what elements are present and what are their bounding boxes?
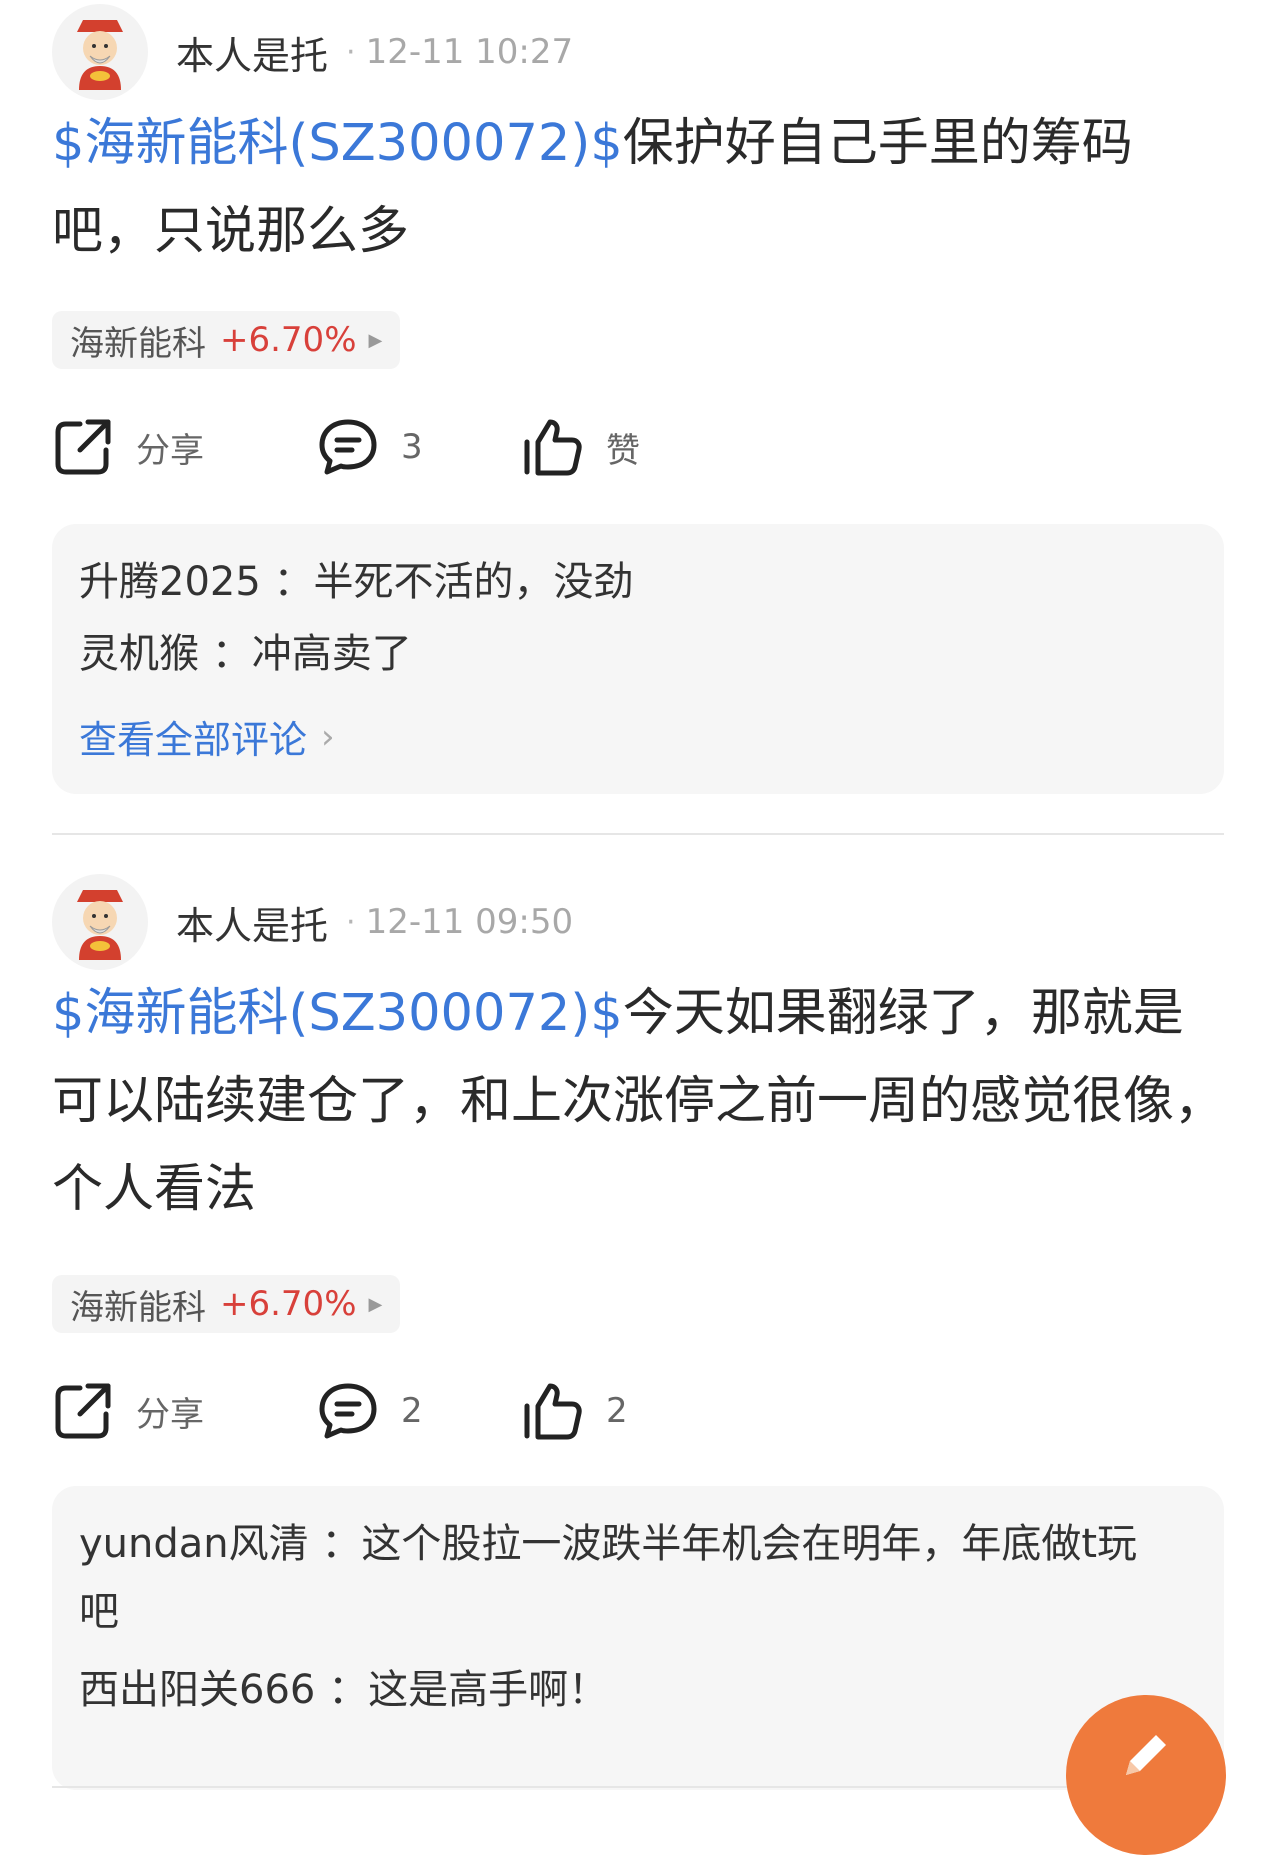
post-divider xyxy=(52,1786,1224,1788)
comment-preview-box: yundan风清 ：这个股拉一波跌半年机会在明年，年底做t玩吧 西出阳关666 … xyxy=(52,1486,1224,1790)
avatar[interactable] xyxy=(52,874,148,970)
view-all-comments-link[interactable]: 查看全部评论 › xyxy=(79,709,335,764)
share-icon xyxy=(55,1383,111,1439)
comment-separator: ： xyxy=(308,1521,362,1567)
stock-quote-chip[interactable]: 海新能科 +6.70% ▶ xyxy=(52,311,401,369)
comment-button[interactable]: 3 xyxy=(317,412,423,482)
compose-button[interactable] xyxy=(1066,1695,1226,1855)
share-icon xyxy=(55,419,111,475)
like-button[interactable]: 2 xyxy=(522,1376,628,1446)
stock-name: 海新能科 xyxy=(70,1287,206,1328)
username[interactable]: 本人是托 xyxy=(176,895,328,950)
comment-user[interactable]: 升腾2025 xyxy=(79,559,261,605)
stock-link[interactable]: $海新能科(SZ300072)$ xyxy=(52,114,623,173)
comment-icon xyxy=(319,419,377,475)
fortune-god-avatar-icon xyxy=(77,890,123,960)
comment-user[interactable]: 灵机猴 xyxy=(79,631,199,677)
action-bar: 分享 3 赞 xyxy=(52,412,1212,482)
comment-separator: ： xyxy=(199,631,252,677)
username[interactable]: 本人是托 xyxy=(176,25,328,80)
separator-dot: · xyxy=(346,904,356,940)
stock-link[interactable]: $海新能科(SZ300072)$ xyxy=(52,984,623,1043)
comment-item[interactable]: yundan风清 ：这个股拉一波跌半年机会在明年，年底做t玩吧 xyxy=(79,1510,1174,1646)
stock-change: +6.70% xyxy=(220,1284,357,1324)
comment-separator: ： xyxy=(260,559,314,605)
post-time: 12-11 09:50 xyxy=(365,902,574,942)
comment-preview-box: 升腾2025 ：半死不活的，没劲 灵机猴 ：冲高卖了 查看全部评论 › xyxy=(52,524,1224,794)
like-button[interactable]: 赞 xyxy=(522,412,640,482)
like-count: 2 xyxy=(606,1391,628,1431)
comment-count: 2 xyxy=(401,1391,423,1431)
comment-item[interactable]: 西出阳关666 ：这是高手啊！ xyxy=(79,1656,1174,1724)
thumbs-up-icon xyxy=(524,419,582,476)
comment-text: 冲高卖了 xyxy=(251,631,412,677)
stock-quote-chip[interactable]: 海新能科 +6.70% ▶ xyxy=(52,1275,401,1333)
avatar[interactable] xyxy=(52,4,148,100)
post-text: $海新能科(SZ300072)$今天如果翻绿了，那就是可以陆续建仓了，和上次涨停… xyxy=(52,970,1232,1234)
comment-item[interactable]: 灵机猴 ：冲高卖了 xyxy=(79,620,1174,688)
comment-user[interactable]: 西出阳关666 xyxy=(79,1667,315,1713)
share-label: 分享 xyxy=(136,1394,204,1435)
stock-change: +6.70% xyxy=(220,320,357,360)
view-all-label: 查看全部评论 xyxy=(79,718,308,762)
comment-item[interactable]: 升腾2025 ：半死不活的，没劲 xyxy=(79,548,1174,616)
separator-dot: · xyxy=(346,34,356,70)
post-divider xyxy=(52,833,1224,835)
share-button[interactable]: 分享 xyxy=(52,412,204,482)
share-button[interactable]: 分享 xyxy=(52,1376,204,1446)
comment-count: 3 xyxy=(401,427,423,467)
comment-text: 这是高手啊！ xyxy=(368,1667,609,1713)
play-arrow-icon: ▶ xyxy=(368,329,383,351)
comment-separator: ： xyxy=(315,1667,369,1713)
play-arrow-icon: ▶ xyxy=(368,1293,383,1315)
comment-icon xyxy=(319,1383,377,1439)
comment-text: 半死不活的，没劲 xyxy=(313,559,634,605)
post-header: 本人是托 · 12-11 09:50 xyxy=(52,874,573,970)
pencil-icon xyxy=(1126,1735,1166,1775)
like-label: 赞 xyxy=(606,430,640,471)
action-bar: 分享 2 2 xyxy=(52,1376,1212,1446)
chevron-right-icon: › xyxy=(321,716,335,757)
comment-button[interactable]: 2 xyxy=(317,1376,423,1446)
share-label: 分享 xyxy=(136,430,204,471)
post-header: 本人是托 · 12-11 10:27 xyxy=(52,4,573,100)
post-text: $海新能科(SZ300072)$保护好自己手里的筹码吧，只说那么多 xyxy=(52,100,1232,276)
stock-name: 海新能科 xyxy=(70,323,206,364)
comment-user[interactable]: yundan风清 xyxy=(79,1521,309,1567)
fortune-god-avatar-icon xyxy=(77,20,123,90)
thumbs-up-icon xyxy=(524,1383,582,1440)
post-time: 12-11 10:27 xyxy=(365,32,574,72)
